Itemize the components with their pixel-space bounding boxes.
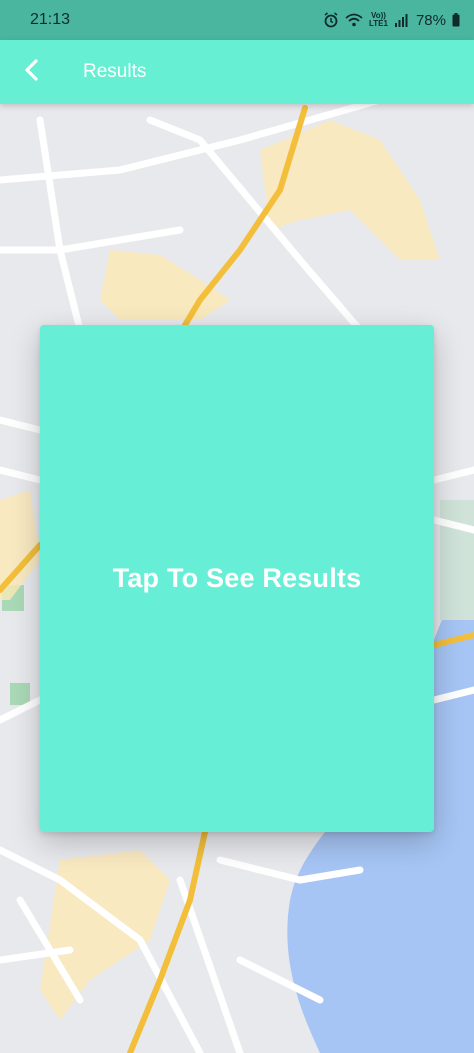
app-bar: Results: [0, 40, 474, 104]
see-results-label: Tap To See Results: [112, 563, 362, 593]
alarm-icon: [323, 12, 339, 28]
volte-label-bottom: LTE1: [369, 19, 388, 28]
status-icons: Vo)) LTE1 78%: [323, 12, 460, 29]
wifi-icon: [345, 13, 363, 27]
see-results-card[interactable]: Tap To See Results: [40, 325, 434, 832]
battery-icon: [452, 13, 460, 27]
status-bar: 21:13 Vo)) LTE1 78%: [0, 0, 474, 40]
chevron-left-icon: [23, 58, 41, 87]
page-title: Results: [83, 61, 147, 82]
battery-percent: 78%: [415, 11, 446, 29]
volte-indicator: Vo)) LTE1: [369, 12, 388, 28]
signal-icon: [394, 13, 408, 27]
status-time: 21:13: [30, 11, 71, 28]
back-button[interactable]: [0, 40, 64, 104]
